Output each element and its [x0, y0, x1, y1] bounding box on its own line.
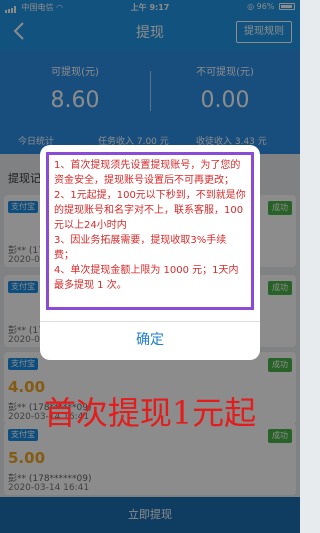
rule-item: 2、1元起提，100元以下秒到，不到就是你的提现账号和名字对不上，联系客服，10… [54, 190, 246, 231]
confirm-button[interactable]: 确定 [40, 321, 260, 360]
rule-item: 1、首次提现须先设置提现账号，为了您的资金安全，提现账号设置后不可再更改； [54, 160, 241, 186]
promo-caption: 首次提现1元起 [43, 394, 257, 432]
rule-item: 4、单次提现金额上限为 1000 元；1天内最多提现 1 次。 [54, 265, 239, 291]
rule-item: 3、因业务拓展需要，提现收取3%手续费； [54, 235, 227, 261]
withdraw-rules-dialog: 1、首次提现须先设置提现账号，为了您的资金安全，提现账号设置后不可再更改； 2、… [40, 145, 260, 360]
rules-content: 1、首次提现须先设置提现账号，为了您的资金安全，提现账号设置后不可再更改； 2、… [46, 152, 254, 310]
